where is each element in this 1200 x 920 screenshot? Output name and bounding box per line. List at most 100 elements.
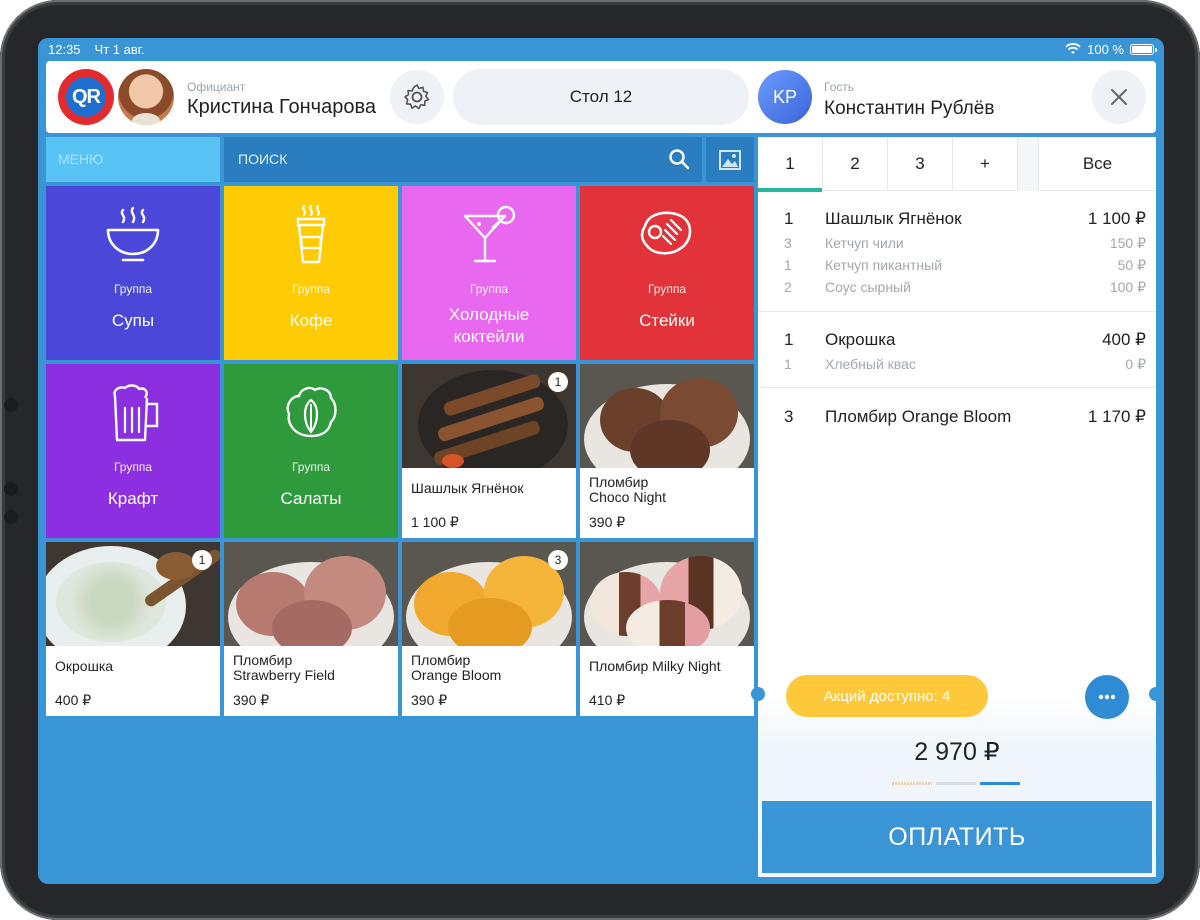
modifier-qty: 1 — [784, 257, 792, 273]
guest-name[interactable]: Константин Рублёв — [824, 98, 994, 120]
wifi-icon — [1065, 43, 1081, 54]
product-card-okroshka[interactable]: 1 Окрошка 400 ₽ — [46, 542, 220, 716]
product-name: Пломбир Orange Bloom — [411, 652, 502, 683]
product-name: Пломбир Choco Night — [589, 474, 667, 505]
group-name: Стейки — [639, 311, 695, 330]
group-tile-salads[interactable]: Группа Салаты — [224, 364, 398, 538]
volume-button — [4, 482, 18, 496]
lettuce-icon — [286, 386, 337, 438]
cocktail-icon — [463, 205, 516, 263]
modifier-qty: 2 — [784, 279, 792, 295]
product-name: Окрошка — [55, 658, 114, 674]
modifier-name: Хлебный квас — [825, 356, 916, 372]
item-qty: 1 — [784, 209, 794, 228]
promotions-button[interactable]: Акций доступно: 4 — [786, 675, 988, 717]
status-time: 12:35 — [48, 41, 81, 57]
tab-separator — [1018, 137, 1039, 191]
search-icon[interactable] — [668, 148, 690, 170]
pay-button[interactable]: ОПЛАТИТЬ — [762, 801, 1152, 873]
group-tile-steaks[interactable]: Группа Стейки — [580, 186, 754, 360]
divider — [758, 311, 1156, 312]
guest-label: Гость — [824, 80, 855, 94]
product-card-strawberry-field[interactable]: Пломбир Strawberry Field 390 ₽ — [224, 542, 398, 716]
item-price: 1 170 ₽ — [1087, 407, 1146, 426]
order-tabs: 1 2 3 + Все — [758, 137, 1156, 192]
image-view-button[interactable] — [706, 137, 754, 182]
battery-icon — [1130, 43, 1157, 55]
group-label: Группа — [469, 282, 509, 296]
order-panel: 1 2 3 + Все 1 Шашлык Ягнёнок 1 100 ₽ 3 К… — [751, 137, 1163, 877]
product-price: 390 ₽ — [233, 692, 270, 708]
page-indicator-segment — [892, 782, 932, 785]
group-label: Группа — [647, 282, 687, 296]
waiter-name[interactable]: Кристина Гончарова — [187, 96, 376, 119]
item-name: Пломбир Orange Bloom — [825, 407, 1012, 426]
product-photo — [580, 364, 754, 468]
tab-guest-3[interactable]: 3 — [888, 137, 953, 191]
page-indicator — [892, 782, 1020, 785]
group-tile-soups[interactable]: Группа Супы — [46, 186, 220, 360]
item-price: 400 ₽ — [1102, 330, 1146, 349]
modifier-name: Кетчуп чили — [825, 235, 904, 251]
modifier-name: Кетчуп пикантный — [825, 257, 943, 273]
quantity-badge: 1 — [192, 550, 212, 570]
product-price: 390 ₽ — [411, 692, 448, 708]
group-label: Группа — [113, 460, 153, 474]
modifier-price: 100 ₽ — [1109, 279, 1146, 295]
item-name: Окрошка — [825, 330, 896, 349]
product-name: Шашлык Ягнёнок — [411, 480, 524, 496]
guest-avatar[interactable]: KP — [758, 70, 812, 124]
page-indicator-segment — [936, 782, 976, 785]
product-name: Пломбир Milky Night — [589, 658, 721, 674]
product-price: 400 ₽ — [55, 692, 92, 708]
group-label: Группа — [291, 460, 331, 474]
steak-icon — [640, 211, 692, 255]
modifier-price: 150 ₽ — [1109, 235, 1146, 251]
settings-button[interactable] — [390, 70, 444, 124]
volume-button — [4, 398, 18, 412]
group-name: Крафт — [107, 489, 159, 508]
product-photo — [224, 542, 398, 646]
search-input[interactable]: ПОИСК — [224, 137, 702, 182]
status-bar: 12:35 Чт 1 авг. 100 % — [38, 38, 1164, 60]
group-tile-cocktails[interactable]: Группа Холодные коктейли — [402, 186, 576, 360]
group-tile-coffee[interactable]: Группа Кофе — [224, 186, 398, 360]
group-name: Кофе — [289, 311, 333, 330]
panel-notch — [1149, 687, 1163, 701]
product-card-choco-night[interactable]: Пломбир Choco Night 390 ₽ — [580, 364, 754, 538]
tab-guest-2[interactable]: 2 — [823, 137, 888, 191]
modifier-price: 50 ₽ — [1117, 257, 1146, 273]
product-card-milky-night[interactable]: Пломбир Milky Night 410 ₽ — [580, 542, 754, 716]
status-date: Чт 1 авг. — [94, 41, 145, 57]
quantity-badge: 1 — [548, 372, 568, 392]
soup-bowl-icon — [106, 206, 160, 262]
divider — [758, 387, 1156, 388]
group-label: Группа — [291, 282, 331, 296]
modifier-qty: 1 — [784, 356, 792, 372]
search-placeholder: ПОИСК — [238, 151, 288, 167]
menu-tab[interactable]: МЕНЮ — [46, 137, 220, 182]
waiter-avatar[interactable] — [118, 69, 174, 125]
group-name: Холодные коктейли — [448, 305, 530, 346]
close-button[interactable] — [1092, 70, 1146, 124]
item-name: Шашлык Ягнёнок — [825, 209, 962, 228]
more-options-button[interactable] — [1085, 675, 1129, 719]
group-label: Группа — [113, 282, 153, 296]
group-name: Салаты — [280, 489, 342, 508]
tab-guest-1[interactable]: 1 — [758, 137, 823, 192]
tab-add-guest[interactable]: + — [953, 137, 1018, 191]
item-qty: 3 — [784, 407, 794, 426]
group-tile-craft[interactable]: Группа Крафт — [46, 364, 220, 538]
product-price: 410 ₽ — [589, 692, 626, 708]
product-card-orange-bloom[interactable]: 3 Пломбир Orange Bloom 390 ₽ — [402, 542, 576, 716]
product-price: 1 100 ₽ — [411, 514, 459, 530]
quantity-badge: 3 — [548, 550, 568, 570]
product-photo — [580, 542, 754, 646]
modifier-name: Соус сырный — [825, 279, 911, 295]
product-card-shashlik[interactable]: 1 Шашлык Ягнёнок 1 100 ₽ — [402, 364, 576, 538]
product-name: Пломбир Strawberry Field — [233, 652, 335, 683]
item-qty: 1 — [784, 330, 794, 349]
more-dots-icon — [1098, 694, 1116, 700]
table-selector[interactable]: Стол 12 — [453, 69, 749, 125]
tab-all[interactable]: Все — [1039, 137, 1156, 191]
